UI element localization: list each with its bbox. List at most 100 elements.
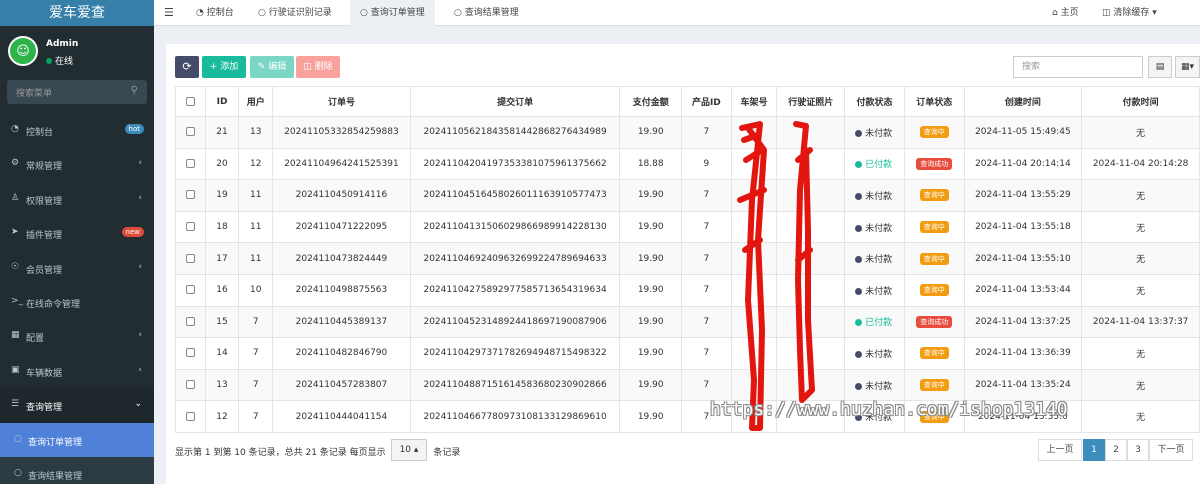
- cell-pay-status: 未付款: [844, 116, 905, 149]
- col-license-photo[interactable]: 行驶证照片: [776, 86, 846, 117]
- cell-order-status: 查询中: [903, 273, 965, 307]
- row-checkbox[interactable]: [175, 368, 206, 402]
- select-all-checkbox[interactable]: [175, 86, 206, 117]
- cell-user: 13: [238, 116, 274, 149]
- page-1-button[interactable]: 1: [1083, 439, 1105, 461]
- table-row[interactable]: 19 11 2024110450914116 20241104516458026011…: [175, 179, 1200, 212]
- app-logo[interactable]: 爱车爱查: [0, 0, 154, 26]
- table-row[interactable]: 16 10 2024110498875563 20241104275892977585…: [175, 273, 1200, 307]
- cell-id: 19: [204, 179, 240, 212]
- cell-created: 2024-11-04 13:35:24: [963, 368, 1083, 402]
- sidebar-item-query-orders[interactable]: ○ 查询订单管理: [0, 422, 154, 457]
- search-icon[interactable]: ⚲: [131, 85, 138, 96]
- row-checkbox[interactable]: [175, 400, 206, 433]
- cell-order-status: 查询中: [903, 337, 965, 370]
- col-created[interactable]: 创建时间: [963, 86, 1083, 117]
- table-search-input[interactable]: 搜索: [1013, 56, 1143, 78]
- chevron-down-icon: ⌄: [134, 399, 142, 410]
- page-3-button[interactable]: 3: [1127, 439, 1149, 461]
- cell-created: 2024-11-04 13:55:29: [963, 179, 1083, 212]
- table-row[interactable]: 15 7 2024110445389137 202411045231489244186…: [175, 305, 1200, 339]
- table-row[interactable]: 17 11 2024110473824449 20241104692409632699…: [175, 242, 1200, 275]
- col-submit-order[interactable]: 提交订单: [409, 86, 621, 117]
- col-order-no[interactable]: 订单号: [272, 86, 411, 117]
- table-row[interactable]: 18 11 2024110471222095 20241104131506029866…: [175, 210, 1200, 244]
- page-2-button[interactable]: 2: [1105, 439, 1127, 461]
- clear-cache-button[interactable]: ◫ 清除缓存 ▾: [1102, 0, 1157, 26]
- cell-license-photo[interactable]: [776, 368, 846, 402]
- table-row[interactable]: 14 7 2024110482846790 202411042973717826949…: [175, 337, 1200, 370]
- cell-pay-time: 无: [1081, 368, 1200, 402]
- cell-license-photo[interactable]: [776, 273, 846, 307]
- online-dot-icon: [46, 58, 52, 64]
- sidebar-search-input[interactable]: 搜索菜单: [16, 86, 52, 99]
- cell-order-status: 查询中: [903, 242, 965, 275]
- cell-license-photo[interactable]: [776, 210, 846, 244]
- cell-product-id: 7: [681, 368, 732, 402]
- col-order-status[interactable]: 订单状态: [903, 86, 965, 117]
- col-pay-status[interactable]: 付款状态: [844, 86, 905, 117]
- cell-submit-order: 20241104667780973108133129869610: [409, 400, 621, 433]
- sidebar-item-command[interactable]: >_ 在线命令管理: [0, 285, 154, 319]
- tab-dashboard[interactable]: ◔ 控制台: [188, 0, 242, 26]
- cell-license-photo[interactable]: [776, 242, 846, 275]
- col-user[interactable]: 用户: [238, 86, 274, 117]
- row-checkbox[interactable]: [175, 242, 206, 275]
- toggle-view-icon[interactable]: ▤: [1148, 56, 1172, 78]
- cell-license-photo[interactable]: [776, 179, 846, 212]
- row-checkbox[interactable]: [175, 305, 206, 339]
- table-row[interactable]: 20 12 20241104964241525391 2024110420419735…: [175, 147, 1200, 181]
- sidebar-item-auth[interactable]: ♙ 权限管理 ‹: [0, 182, 154, 216]
- table-header: ID 用户 订单号 提交订单 支付金额 产品ID 车架号 行驶证照片 付款状态 …: [175, 86, 1200, 117]
- col-id[interactable]: ID: [204, 86, 240, 117]
- delete-button[interactable]: ◫ 删除: [296, 56, 340, 78]
- col-amount[interactable]: 支付金额: [619, 86, 683, 117]
- orders-table: ID 用户 订单号 提交订单 支付金额 产品ID 车架号 行驶证照片 付款状态 …: [175, 86, 1200, 433]
- next-page-button[interactable]: 下一页: [1149, 439, 1193, 461]
- rocket-icon: ➤: [11, 227, 19, 238]
- sidebar-item-plugins[interactable]: ➤ 插件管理 new: [0, 216, 154, 250]
- row-checkbox[interactable]: [175, 273, 206, 307]
- row-checkbox[interactable]: [175, 116, 206, 149]
- add-button[interactable]: + 添加: [202, 56, 246, 78]
- circle-icon: ○: [454, 8, 465, 18]
- home-link[interactable]: ⌂ 主页: [1052, 0, 1079, 26]
- cell-user: 7: [238, 305, 274, 339]
- tab-query-results[interactable]: ○ 查询结果管理: [446, 0, 527, 26]
- cell-order-no: 2024110445389137: [272, 305, 411, 339]
- sidebar-item-dashboard[interactable]: ◔ 控制台 hot: [0, 113, 154, 147]
- cell-id: 13: [204, 368, 240, 402]
- sidebar-item-query-results[interactable]: ○ 查询结果管理: [0, 456, 154, 484]
- menu-toggle-icon[interactable]: ☰: [164, 0, 174, 26]
- refresh-button[interactable]: ⟳: [175, 56, 199, 78]
- col-pay-time[interactable]: 付款时间: [1081, 86, 1200, 117]
- sidebar-item-members[interactable]: ☉ 会员管理 ‹: [0, 251, 154, 285]
- cell-vin: [730, 147, 778, 181]
- prev-page-button[interactable]: 上一页: [1038, 439, 1082, 461]
- sidebar-search[interactable]: 搜索菜单 ⚲: [7, 80, 147, 104]
- sidebar-item-config[interactable]: ▦ 配置 ‹: [0, 319, 154, 353]
- cell-license-photo[interactable]: [776, 337, 846, 370]
- col-vin[interactable]: 车架号: [730, 86, 778, 117]
- sidebar-item-general[interactable]: ⚙ 常规管理 ‹: [0, 147, 154, 181]
- columns-dropdown-icon[interactable]: ▦▾: [1175, 56, 1200, 78]
- table-row[interactable]: 21 13 20241105332854259883 2024110562184358…: [175, 116, 1200, 149]
- cell-license-photo[interactable]: [776, 116, 846, 149]
- col-product-id[interactable]: 产品ID: [681, 86, 732, 117]
- cell-license-photo[interactable]: [776, 147, 846, 181]
- tab-license-records[interactable]: ○ 行驶证识别记录: [250, 0, 340, 26]
- row-checkbox[interactable]: [175, 179, 206, 212]
- sidebar-item-query[interactable]: ☰ 查询管理 ⌄: [0, 388, 154, 423]
- table-row[interactable]: 13 7 2024110457283807 202411048871516145836…: [175, 368, 1200, 402]
- tab-query-orders[interactable]: ○ 查询订单管理: [350, 0, 435, 26]
- cell-license-photo[interactable]: [776, 305, 846, 339]
- home-icon: ⌂: [1052, 8, 1061, 18]
- row-checkbox[interactable]: [175, 147, 206, 181]
- terminal-icon: >_: [11, 295, 24, 306]
- sidebar-item-vehicle-data[interactable]: ▣ 车辆数据 ‹: [0, 354, 154, 388]
- edit-button[interactable]: ✎ 编辑: [250, 56, 294, 78]
- row-checkbox[interactable]: [175, 210, 206, 244]
- row-checkbox[interactable]: [175, 337, 206, 370]
- page-size-dropdown[interactable]: 10 ▴: [391, 439, 427, 461]
- list-icon: ☰: [11, 399, 20, 410]
